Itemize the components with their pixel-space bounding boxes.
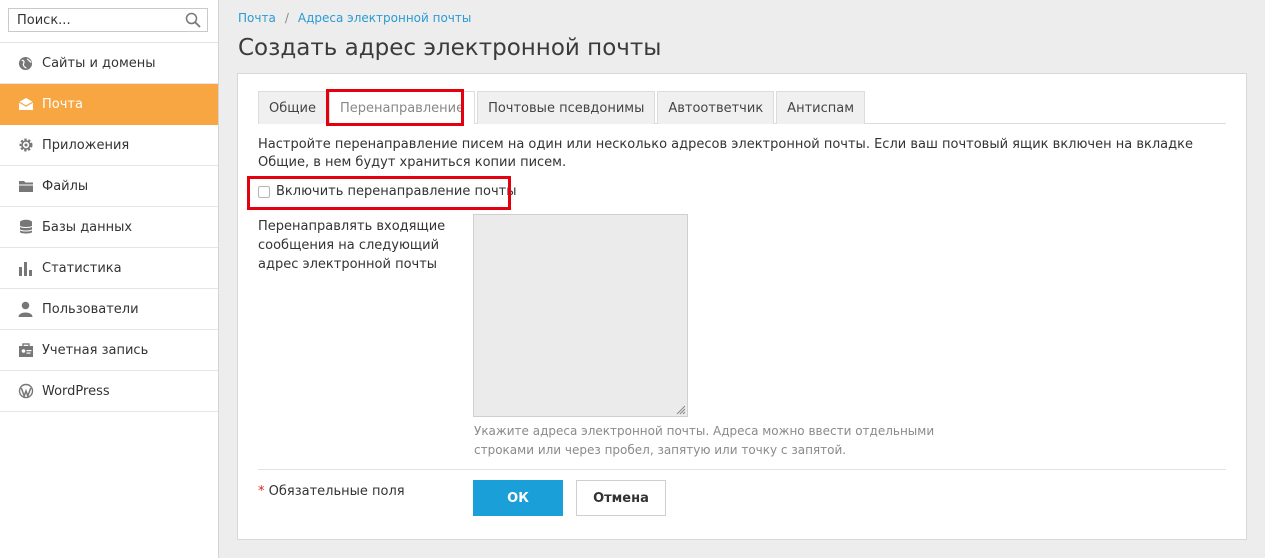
tab-forwarding[interactable]: Перенаправление [328, 91, 476, 124]
enable-forwarding-label[interactable]: Включить перенаправление почты [276, 184, 516, 199]
sidebar-item-label: Базы данных [42, 219, 133, 235]
sidebar-item-label: Статистика [42, 260, 122, 276]
account-icon [17, 342, 34, 359]
tab-antispam[interactable]: Антиспам [776, 91, 866, 124]
breadcrumb-link-mail[interactable]: Почта [238, 11, 276, 25]
tab-general[interactable]: Общие [258, 91, 327, 124]
sidebar-item-label: Учетная запись [42, 342, 149, 358]
gear-icon [17, 137, 34, 154]
sidebar-item-applications[interactable]: Приложения [0, 125, 218, 166]
ok-button[interactable]: ОК [473, 480, 563, 516]
breadcrumb-link-email-addresses[interactable]: Адреса электронной почты [298, 11, 472, 25]
forwarding-description: Настройте перенаправление писем на один … [258, 137, 1193, 170]
search-area [0, 0, 218, 43]
wordpress-icon [17, 383, 34, 400]
search-input[interactable] [9, 9, 207, 31]
enable-forwarding-row[interactable]: Включить перенаправление почты [258, 184, 516, 199]
search-icon[interactable] [185, 12, 201, 28]
sidebar-item-label: Пользователи [42, 301, 139, 317]
forward-to-label: Перенаправлять входящие сообщения на сле… [258, 219, 446, 272]
sidebar-item-label: WordPress [42, 383, 110, 399]
cancel-button[interactable]: Отмена [576, 480, 666, 516]
sidebar-item-databases[interactable]: Базы данных [0, 207, 218, 248]
required-fields-text: Обязательные поля [268, 484, 405, 499]
sidebar-item-mail[interactable]: Почта [0, 84, 218, 125]
sidebar-item-label: Файлы [42, 178, 89, 194]
breadcrumb-separator: / [284, 11, 289, 25]
tab-bar: Общие Перенаправление Почтовые псевдоним… [258, 91, 1226, 124]
tab-aliases[interactable]: Почтовые псевдонимы [477, 91, 656, 124]
sidebar-item-sites[interactable]: Сайты и домены [0, 43, 218, 84]
sidebar-item-statistics[interactable]: Статистика [0, 248, 218, 289]
page-title: Создать адрес электронной почты [238, 35, 662, 61]
form-divider [258, 469, 1226, 470]
tab-autoresponder[interactable]: Автоответчик [657, 91, 775, 124]
sidebar-item-label: Почта [42, 96, 83, 112]
user-icon [17, 301, 34, 318]
sidebar-item-label: Сайты и домены [42, 55, 156, 71]
sidebar-item-users[interactable]: Пользователи [0, 289, 218, 330]
search-box [8, 8, 208, 32]
sidebar-item-account[interactable]: Учетная запись [0, 330, 218, 371]
sidebar-item-wordpress[interactable]: WordPress [0, 371, 218, 412]
globe-icon [17, 55, 34, 72]
folder-icon [17, 178, 34, 195]
form-panel: Общие Перенаправление Почтовые псевдоним… [237, 73, 1247, 540]
sidebar-item-files[interactable]: Файлы [0, 166, 218, 207]
mail-icon [17, 96, 34, 113]
sidebar: Сайты и домены Почта Приложения Файлы Ба… [0, 0, 219, 558]
enable-forwarding-checkbox[interactable] [258, 185, 270, 198]
breadcrumb: Почта / Адреса электронной почты [238, 11, 471, 25]
sidebar-item-label: Приложения [42, 137, 130, 153]
required-star: * [258, 484, 265, 499]
bar-chart-icon [17, 260, 34, 277]
required-fields-note: * Обязательные поля [258, 484, 405, 499]
forward-addresses-hint: Укажите адреса электронной почты. Адреса… [474, 424, 935, 457]
resize-handle-icon[interactable] [676, 405, 686, 415]
database-icon [17, 219, 34, 236]
forward-addresses-textarea[interactable] [473, 214, 688, 417]
